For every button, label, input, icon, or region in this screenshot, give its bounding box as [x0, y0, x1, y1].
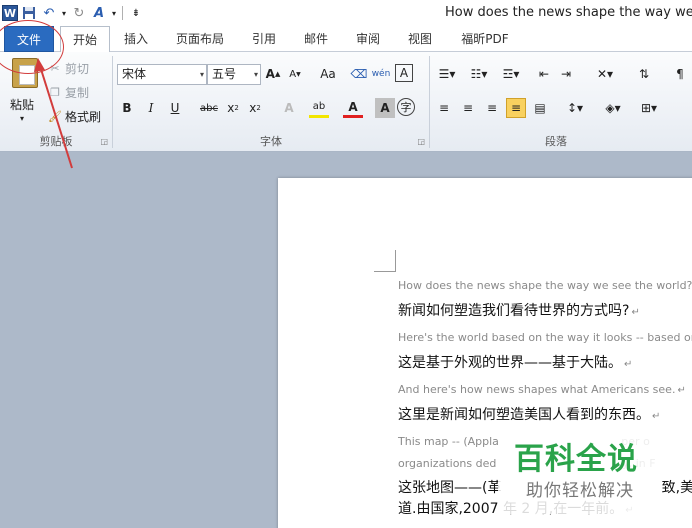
format-painter-button[interactable]: 🖌 格式刷: [48, 106, 101, 126]
align-left-icon[interactable]: ≡: [434, 98, 454, 118]
tab-references[interactable]: 引用: [244, 26, 284, 52]
qat-divider: [122, 6, 123, 20]
tab-review[interactable]: 审阅: [348, 26, 388, 52]
copy-icon: ❐: [50, 85, 60, 99]
undo-dropdown-icon[interactable]: ▾: [60, 4, 68, 22]
line-spacing-icon[interactable]: ↕▾: [562, 98, 588, 118]
paragraph-group-label: 段落: [545, 135, 567, 148]
title-bar: W ↶ ▾ ↻ A ▾ ⇟ How does the news shape th…: [0, 0, 692, 26]
clipboard-launcher-icon[interactable]: ◲: [100, 137, 108, 146]
align-center-icon[interactable]: ≡: [458, 98, 478, 118]
tab-foxit-pdf[interactable]: 福昕PDF: [452, 26, 518, 52]
doc-line-zh[interactable]: 这里是新闻如何塑造美国人看到的东西。 ↵: [398, 404, 660, 424]
tab-mailings[interactable]: 邮件: [296, 26, 336, 52]
font-color-icon[interactable]: A: [343, 98, 363, 118]
tab-view[interactable]: 视图: [400, 26, 440, 52]
font-group-label: 字体: [260, 135, 282, 148]
paragraph-mark: ↵: [652, 411, 661, 422]
justify-icon[interactable]: ≡: [506, 98, 526, 118]
chevron-down-icon: ▾: [253, 70, 258, 79]
underline-icon[interactable]: U: [165, 98, 185, 118]
watermark-logo: 百科全说 助你轻松解决: [498, 428, 662, 514]
font-size-combo[interactable]: 五号 ▾: [207, 64, 261, 85]
change-case-icon[interactable]: Aa: [315, 64, 341, 84]
font-name-combo[interactable]: 宋体 ▾: [117, 64, 207, 85]
word-app-icon[interactable]: W: [2, 5, 18, 21]
tab-page-layout[interactable]: 页面布局: [168, 26, 232, 52]
distribute-icon[interactable]: ▤: [530, 98, 550, 118]
chevron-down-icon: ▾: [199, 70, 204, 79]
ribbon-tab-bar: 文件 开始 插入 页面布局 引用 邮件 审阅 视图 福昕PDF: [0, 26, 692, 53]
redo-icon[interactable]: ↻: [70, 4, 88, 22]
numbering-icon[interactable]: ☷▾: [466, 64, 492, 84]
font-group: 宋体 ▾ 五号 ▾ A ▲ A ▼ Aa ⌫ wén A B I U abc x2 …: [113, 52, 429, 152]
increase-indent-icon[interactable]: ⇥: [556, 64, 576, 84]
text-effects-icon[interactable]: A: [90, 4, 108, 22]
customize-qat-icon[interactable]: ▾: [110, 4, 118, 22]
ribbon-home: 粘贴 ▾ ✂ 剪切 ❐ 复制 🖌 格式刷 剪贴板 ◲ 宋体 ▾ 五号 ▾ A ▲ …: [0, 52, 692, 152]
paragraph-mark: ↵: [631, 307, 640, 318]
clear-formatting-icon[interactable]: ⌫: [349, 64, 369, 84]
format-painter-label: 格式刷: [65, 109, 102, 124]
grow-font-icon[interactable]: A ▲: [263, 64, 283, 84]
doc-line-zh[interactable]: 这是基于外观的世界——基于大陆。 ↵: [398, 352, 632, 372]
font-size-value: 五号: [212, 67, 237, 81]
italic-icon[interactable]: I: [141, 98, 161, 118]
doc-line-en[interactable]: Here's the world based on the way it loo…: [398, 331, 692, 344]
clipboard-group-label: 剪贴板: [39, 135, 73, 148]
paintbrush-icon: 🖌: [48, 109, 62, 123]
borders-icon[interactable]: ⊞▾: [636, 98, 662, 118]
decrease-indent-icon[interactable]: ⇤: [534, 64, 554, 84]
tab-home[interactable]: 开始: [60, 26, 110, 53]
doc-line-en[interactable]: How does the news shape the way we see t…: [398, 279, 692, 292]
multilevel-list-icon[interactable]: ☲▾: [498, 64, 524, 84]
cut-label: 剪切: [65, 61, 90, 76]
paste-label: 粘贴: [10, 98, 35, 112]
highlight-icon[interactable]: ab: [309, 98, 329, 118]
strikethrough-icon[interactable]: abc: [197, 98, 221, 118]
character-border-icon[interactable]: A: [395, 64, 413, 82]
bold-icon[interactable]: B: [117, 98, 137, 118]
watermark-subtitle: 助你轻松解决: [526, 481, 634, 501]
align-right-icon[interactable]: ≡: [482, 98, 502, 118]
pinyin-guide-icon[interactable]: wén: [371, 64, 391, 84]
sort-icon[interactable]: ⇅: [634, 64, 654, 84]
character-shading-icon[interactable]: A: [375, 98, 395, 118]
shrink-font-icon[interactable]: A ▼: [285, 64, 305, 84]
show-marks-icon[interactable]: ¶: [670, 64, 690, 84]
doc-line-en[interactable]: And here's how news shapes what American…: [398, 383, 686, 396]
text-effects-icon[interactable]: A: [279, 98, 299, 118]
qat-more-icon[interactable]: ⇟: [127, 4, 145, 22]
superscript-icon[interactable]: x2: [245, 98, 265, 118]
shading-icon[interactable]: ◈▾: [600, 98, 626, 118]
copy-button[interactable]: ❐ 复制: [48, 82, 89, 102]
doc-line-zh[interactable]: 新闻如何塑造我们看待世界的方式吗? ↵: [398, 300, 640, 320]
subscript-icon[interactable]: x2: [223, 98, 243, 118]
watermark-title: 百科全说: [514, 442, 638, 477]
margin-corner-mark: [374, 250, 396, 272]
paragraph-mark: ↵: [624, 359, 633, 370]
enclose-characters-icon[interactable]: 字: [397, 98, 415, 116]
paragraph-group: ☰▾ ☷▾ ☲▾ ⇤ ⇥ ✕▾ ⇅ ¶ ≡ ≡ ≡ ≡ ▤ ↕▾ ◈▾ ⊞▾ 段…: [430, 52, 692, 152]
window-title: How does the news shape the way we see: [445, 5, 692, 20]
chinese-layout-icon[interactable]: ✕▾: [592, 64, 618, 84]
copy-label: 复制: [65, 85, 90, 100]
paste-dropdown-icon[interactable]: ▾: [20, 114, 24, 123]
bullets-icon[interactable]: ☰▾: [434, 64, 460, 84]
font-name-value: 宋体: [122, 67, 147, 81]
font-launcher-icon[interactable]: ◲: [417, 137, 425, 146]
undo-icon[interactable]: ↶: [40, 4, 58, 22]
tab-insert[interactable]: 插入: [116, 26, 156, 52]
paragraph-mark: ↵: [677, 385, 686, 396]
